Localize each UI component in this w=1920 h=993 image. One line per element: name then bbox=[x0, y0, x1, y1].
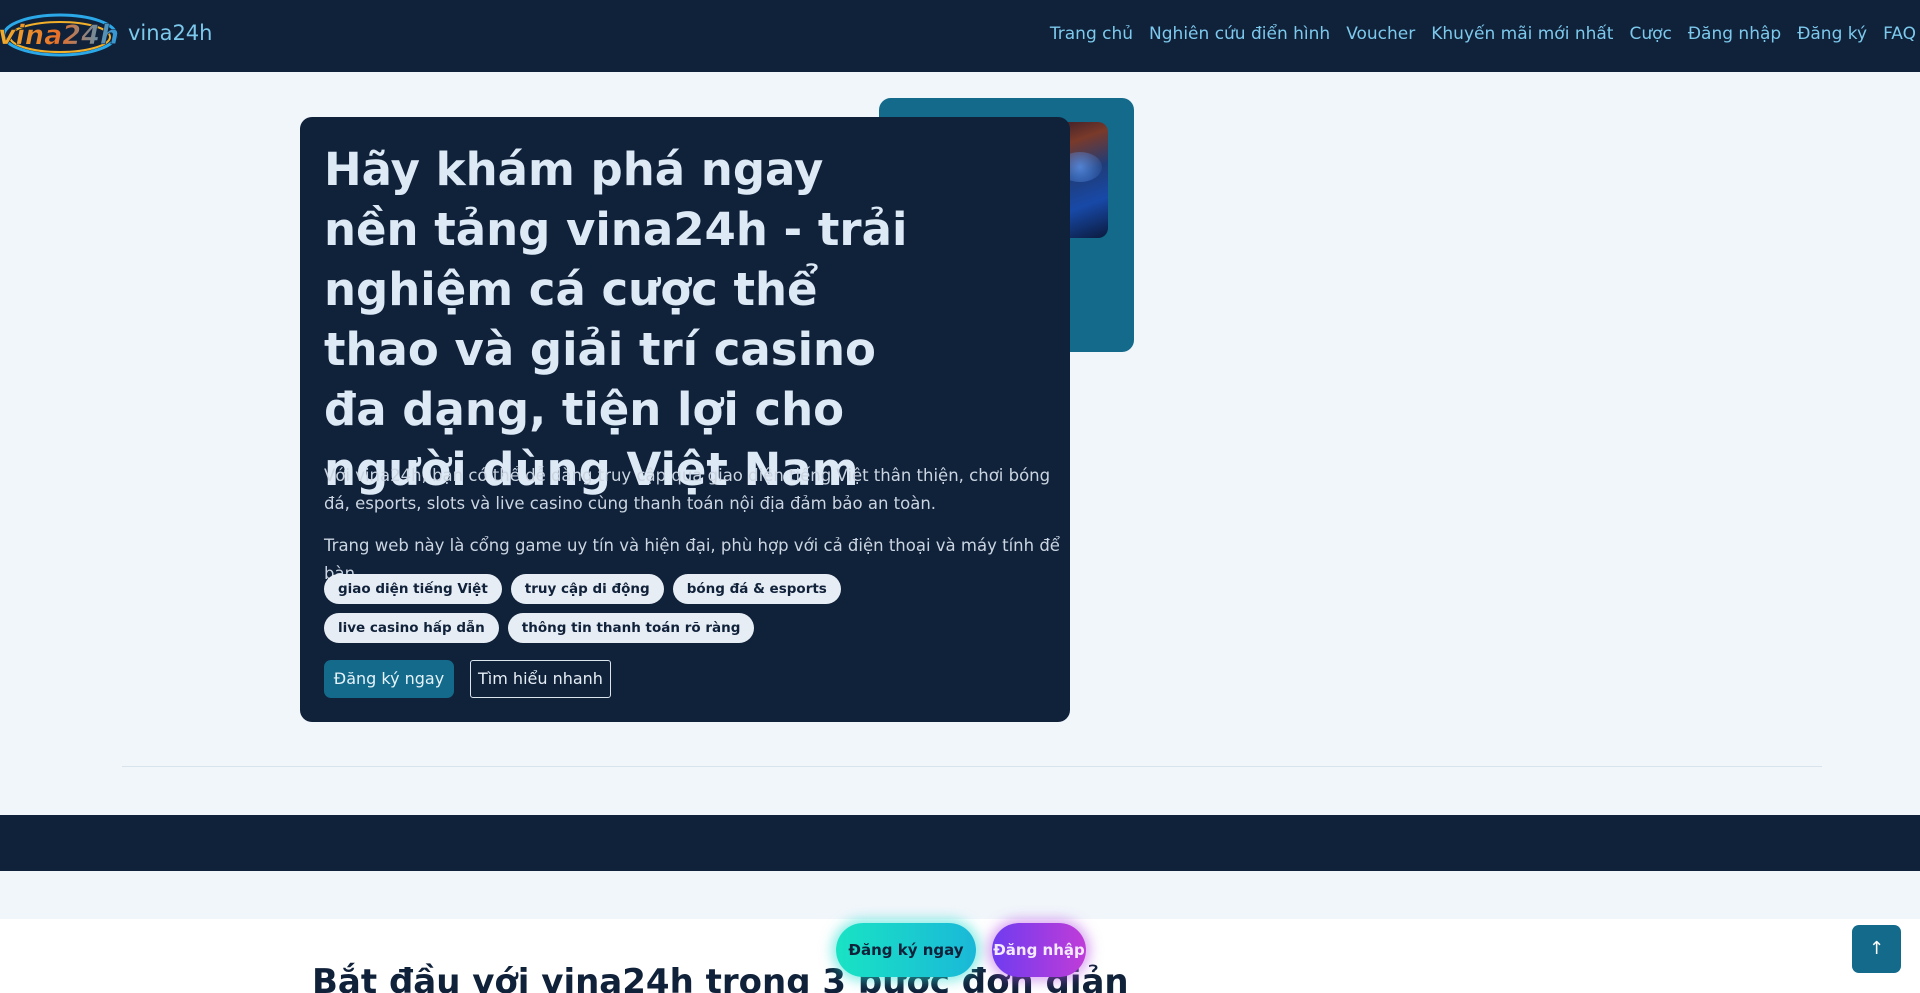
nav-khuyen-mai[interactable]: Khuyến mãi mới nhất bbox=[1431, 24, 1613, 44]
nav-voucher[interactable]: Voucher bbox=[1346, 24, 1415, 44]
nav-cuoc[interactable]: Cược bbox=[1629, 24, 1671, 44]
top-navbar: vina24h vina24h Trang chủ Nghiên cứu điể… bbox=[0, 0, 1920, 72]
brand-name[interactable]: vina24h bbox=[128, 21, 212, 45]
tag-vietnamese-ui: giao diện tiếng Việt bbox=[324, 574, 502, 604]
nav-nghien-cuu[interactable]: Nghiên cứu điển hình bbox=[1149, 24, 1330, 44]
back-to-top-button[interactable]: ↑ bbox=[1852, 925, 1901, 973]
tag-live-casino: live casino hấp dẫn bbox=[324, 613, 499, 643]
section-divider bbox=[122, 766, 1822, 767]
nav-trang-chu[interactable]: Trang chủ bbox=[1050, 24, 1133, 44]
feature-tags: giao diện tiếng Việt truy cập di động bó… bbox=[324, 574, 1024, 643]
main-nav: Trang chủ Nghiên cứu điển hình Voucher K… bbox=[1034, 24, 1920, 44]
nav-dang-nhap[interactable]: Đăng nhập bbox=[1688, 24, 1781, 44]
tag-payment-info: thông tin thanh toán rõ ràng bbox=[507, 613, 755, 643]
floating-login-button[interactable]: Đăng nhập bbox=[992, 923, 1086, 977]
arrow-up-icon: ↑ bbox=[1868, 938, 1885, 959]
hero-title: Hãy khám phá ngay nền tảng vina24h - trả… bbox=[324, 143, 908, 496]
learn-more-button[interactable]: Tìm hiểu nhanh bbox=[470, 660, 611, 698]
tag-football-esports: bóng đá & esports bbox=[672, 574, 841, 604]
nav-faq[interactable]: FAQ bbox=[1883, 24, 1916, 44]
hero-description: Với vina24h, bạn có thể dễ dàng truy cập… bbox=[324, 466, 1051, 513]
register-now-button[interactable]: Đăng ký ngay bbox=[324, 660, 454, 698]
floating-register-button[interactable]: Đăng ký ngay bbox=[836, 923, 976, 977]
svg-text:vina24h: vina24h bbox=[0, 20, 119, 51]
vina24h-logo[interactable]: vina24h bbox=[0, 11, 120, 59]
tag-mobile-access: truy cập di động bbox=[510, 574, 664, 604]
dark-band bbox=[0, 815, 1920, 871]
nav-dang-ky[interactable]: Đăng ký bbox=[1797, 24, 1867, 44]
